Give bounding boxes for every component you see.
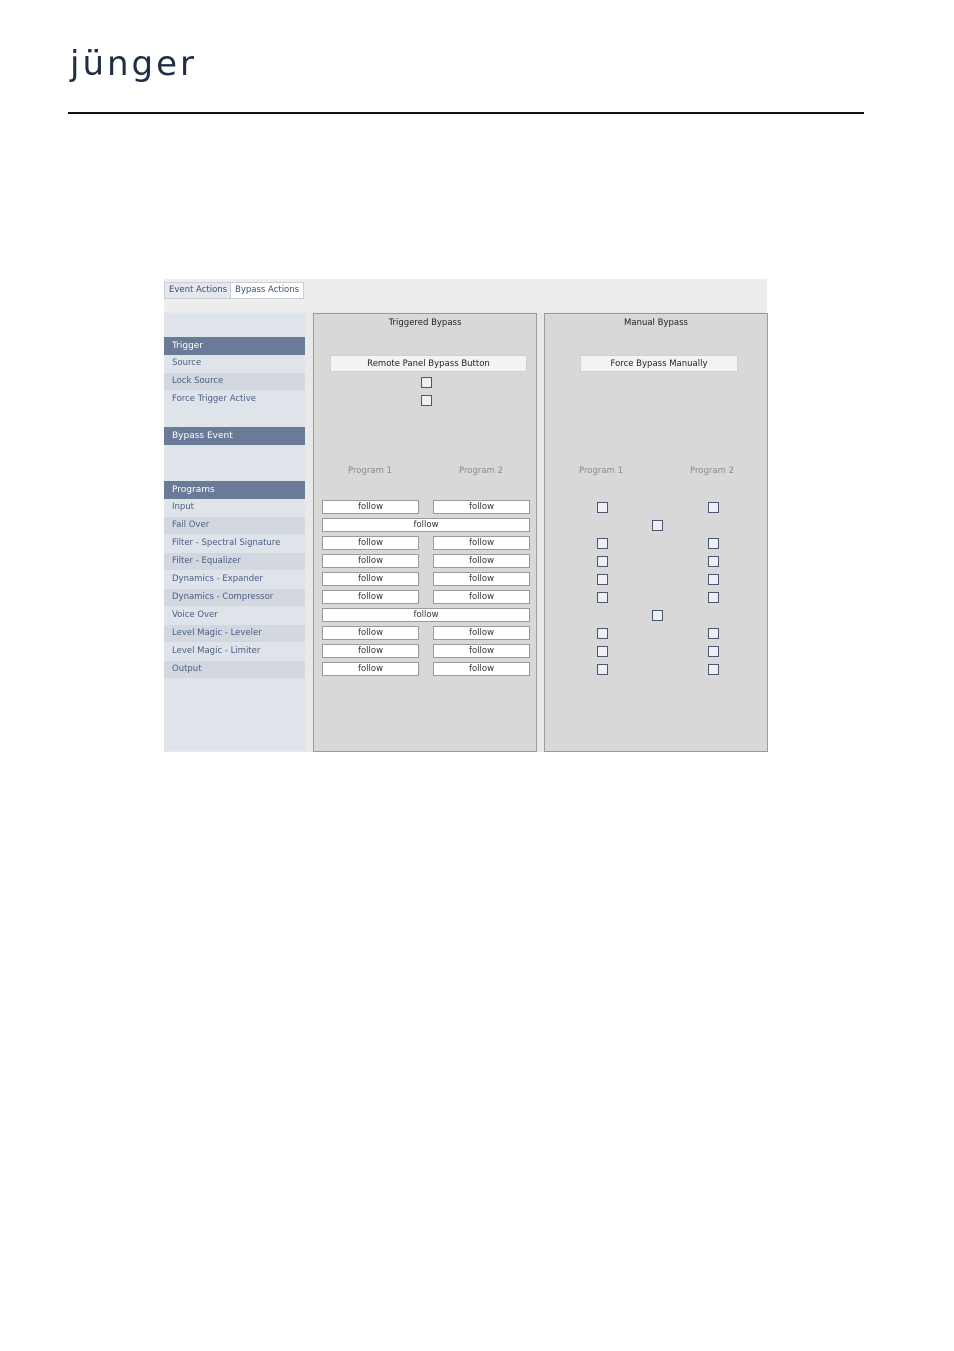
manual-program-1-column-header: Program 1 — [579, 466, 623, 476]
sidebar-item-output: Output — [164, 661, 305, 678]
trigger-source-select[interactable]: Remote Panel Bypass Button — [330, 355, 527, 372]
sidebar-item-fail-over: Fail Over — [164, 517, 305, 534]
manual-equalizer-program-2-checkbox[interactable] — [708, 556, 719, 567]
triggered-bypass-panel: Triggered Bypass Remote Panel Bypass But… — [313, 313, 537, 752]
program-1-column-header: Program 1 — [348, 466, 392, 476]
manual-spectral-signature-program-1-checkbox[interactable] — [597, 538, 608, 549]
trigger-header: Trigger — [164, 337, 305, 355]
bypass-actions-window: Event Actions Bypass Actions Trigger Sou… — [164, 279, 768, 752]
sidebar-item-source: Source — [172, 358, 202, 368]
spectral-signature-program-1-select[interactable]: follow — [322, 536, 419, 550]
manual-output-program-1-checkbox[interactable] — [597, 664, 608, 675]
expander-program-1-select[interactable]: follow — [322, 572, 419, 586]
manual-limiter-program-2-checkbox[interactable] — [708, 646, 719, 657]
bypass-event-header: Bypass Event — [164, 427, 305, 445]
leveler-program-1-select[interactable]: follow — [322, 626, 419, 640]
manual-leveler-program-1-checkbox[interactable] — [597, 628, 608, 639]
spectral-signature-program-2-select[interactable]: follow — [433, 536, 530, 550]
manual-leveler-program-2-checkbox[interactable] — [708, 628, 719, 639]
sidebar-item-lock-source: Lock Source — [164, 373, 305, 390]
programs-header: Programs — [164, 481, 305, 499]
manual-output-program-2-checkbox[interactable] — [708, 664, 719, 675]
sidebar-item-level-magic-limiter: Level Magic - Limiter — [172, 646, 261, 656]
input-program-2-select[interactable]: follow — [433, 500, 530, 514]
manual-compressor-program-2-checkbox[interactable] — [708, 592, 719, 603]
limiter-program-1-select[interactable]: follow — [322, 644, 419, 658]
tab-bypass-actions[interactable]: Bypass Actions — [230, 282, 305, 299]
manual-equalizer-program-1-checkbox[interactable] — [597, 556, 608, 567]
lock-source-checkbox[interactable] — [421, 377, 432, 388]
manual-bypass-panel: Manual Bypass Force Bypass Manually Prog… — [544, 313, 768, 752]
force-trigger-active-checkbox[interactable] — [421, 395, 432, 406]
sidebar-item-input: Input — [172, 502, 195, 512]
manual-compressor-program-1-checkbox[interactable] — [597, 592, 608, 603]
manual-fail-over-checkbox[interactable] — [652, 520, 663, 531]
limiter-program-2-select[interactable]: follow — [433, 644, 530, 658]
junger-logo: jünger — [70, 44, 198, 84]
output-program-1-select[interactable]: follow — [322, 662, 419, 676]
sidebar-item-dynamics-compressor: Dynamics - Compressor — [164, 589, 305, 606]
triggered-bypass-title: Triggered Bypass — [388, 318, 462, 328]
equalizer-program-2-select[interactable]: follow — [433, 554, 530, 568]
manual-program-2-column-header: Program 2 — [690, 466, 734, 476]
manual-bypass-title: Manual Bypass — [624, 318, 688, 328]
sidebar-item-dynamics-expander: Dynamics - Expander — [172, 574, 263, 584]
sidebar-item-voice-over: Voice Over — [172, 610, 218, 620]
output-program-2-select[interactable]: follow — [433, 662, 530, 676]
compressor-program-1-select[interactable]: follow — [322, 590, 419, 604]
fail-over-select[interactable]: follow — [322, 518, 530, 532]
header-divider — [68, 112, 864, 114]
tab-bar: Event Actions Bypass Actions — [164, 279, 767, 312]
tab-event-actions[interactable]: Event Actions — [164, 282, 233, 299]
sidebar: Trigger Source Lock Source Force Trigger… — [164, 313, 305, 751]
leveler-program-2-select[interactable]: follow — [433, 626, 530, 640]
sidebar-item-level-magic-leveler: Level Magic - Leveler — [164, 625, 305, 642]
voice-over-select[interactable]: follow — [322, 608, 530, 622]
program-2-column-header: Program 2 — [459, 466, 503, 476]
sidebar-item-filter-equalizer: Filter - Equalizer — [164, 553, 305, 570]
manual-spectral-signature-program-2-checkbox[interactable] — [708, 538, 719, 549]
compressor-program-2-select[interactable]: follow — [433, 590, 530, 604]
manual-limiter-program-1-checkbox[interactable] — [597, 646, 608, 657]
manual-input-program-2-checkbox[interactable] — [708, 502, 719, 513]
manual-input-program-1-checkbox[interactable] — [597, 502, 608, 513]
sidebar-item-force-trigger-active: Force Trigger Active — [172, 394, 257, 404]
manual-expander-program-1-checkbox[interactable] — [597, 574, 608, 585]
expander-program-2-select[interactable]: follow — [433, 572, 530, 586]
equalizer-program-1-select[interactable]: follow — [322, 554, 419, 568]
manual-expander-program-2-checkbox[interactable] — [708, 574, 719, 585]
input-program-1-select[interactable]: follow — [322, 500, 419, 514]
sidebar-item-filter-spectral-signature: Filter - Spectral Signature — [172, 538, 281, 548]
manual-source-label: Force Bypass Manually — [580, 355, 738, 372]
manual-voice-over-checkbox[interactable] — [652, 610, 663, 621]
